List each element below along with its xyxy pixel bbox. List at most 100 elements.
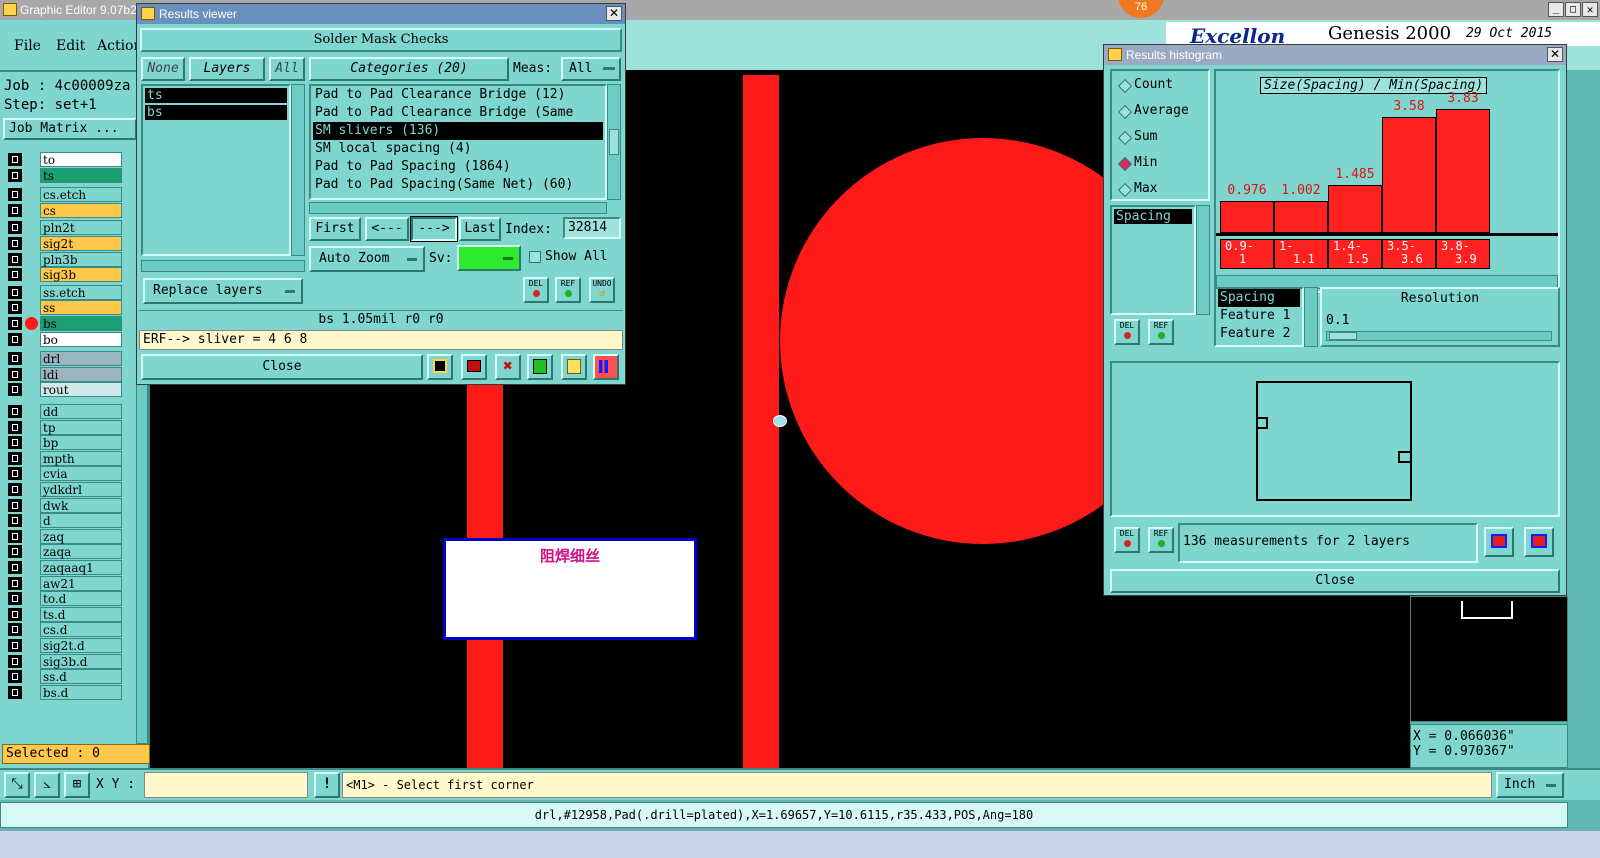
- layer-row-pln3b[interactable]: pln3b: [8, 251, 122, 267]
- layer-row-sig3b-d[interactable]: sig3b.d: [8, 653, 122, 669]
- layer-checkbox[interactable]: [8, 367, 22, 381]
- rv-layer-item[interactable]: ts: [145, 88, 287, 103]
- menu-file[interactable]: File: [14, 38, 41, 54]
- layer-row-zaqaaq1[interactable]: zaqaaq1: [8, 560, 122, 575]
- rv-layer-item[interactable]: bs: [145, 105, 287, 120]
- bin-label-cell[interactable]: 0.9- 1: [1220, 239, 1274, 269]
- layer-row-to[interactable]: to: [8, 152, 122, 167]
- layer-row-ldi[interactable]: ldi: [8, 366, 122, 382]
- rv-category-item[interactable]: SM slivers (136): [313, 122, 603, 140]
- attribute-vscroll[interactable]: [1196, 205, 1210, 315]
- index-input[interactable]: 32814: [563, 217, 621, 239]
- prev-button[interactable]: <---: [365, 217, 409, 241]
- layer-name[interactable]: cs: [40, 202, 122, 218]
- layer-checkbox[interactable]: [8, 352, 22, 366]
- layer-checkbox[interactable]: [8, 685, 22, 699]
- layer-name[interactable]: pln2t: [40, 220, 122, 236]
- feature-listbox[interactable]: Spacing Feature 1 Feature 2: [1214, 287, 1304, 347]
- grid-icon[interactable]: ⊞: [64, 772, 90, 798]
- layer-checkbox[interactable]: [8, 168, 22, 182]
- sv-color-dropdown[interactable]: [457, 245, 521, 271]
- all-layers-button[interactable]: All: [269, 57, 305, 81]
- layer-name[interactable]: rout: [40, 382, 122, 398]
- layer-row-tp[interactable]: tp: [8, 419, 122, 435]
- layer-name[interactable]: ydkdrl: [40, 482, 122, 497]
- layer-row-dd[interactable]: dd: [8, 404, 122, 419]
- layer-row-d[interactable]: d: [8, 513, 122, 529]
- histogram-bar[interactable]: [1382, 117, 1436, 233]
- cross-out-icon[interactable]: ✖: [495, 354, 521, 380]
- feature-item[interactable]: Feature 2: [1218, 325, 1300, 343]
- layer-checkbox[interactable]: [8, 607, 22, 621]
- resolution-slider[interactable]: [1326, 331, 1552, 341]
- maximize-icon[interactable]: □: [1565, 2, 1581, 17]
- layer-checkbox[interactable]: [8, 561, 22, 574]
- minimize-icon[interactable]: _: [1548, 2, 1564, 17]
- layer-name[interactable]: mpth: [40, 450, 122, 466]
- layer-row-ss-d[interactable]: ss.d: [8, 669, 122, 685]
- layer-row-sig3b[interactable]: sig3b: [8, 267, 122, 283]
- histogram-bar[interactable]: [1328, 184, 1382, 233]
- layer-row-drl[interactable]: drl: [8, 351, 122, 367]
- layer-checkbox[interactable]: [8, 451, 22, 465]
- layer-checkbox[interactable]: [8, 237, 22, 250]
- rv-category-item[interactable]: Pad to Pad Spacing(Same Net) (60): [313, 176, 603, 194]
- layer-checkbox[interactable]: [8, 317, 22, 330]
- layer-checkbox[interactable]: [8, 420, 22, 434]
- close-icon[interactable]: ✕: [606, 6, 622, 21]
- meas-dropdown[interactable]: All: [561, 57, 621, 81]
- layer-row-aw21[interactable]: aw21: [8, 575, 122, 591]
- feature-item[interactable]: Feature 1: [1218, 307, 1300, 325]
- reference-icon[interactable]: REF: [1148, 319, 1174, 345]
- histogram-titlebar[interactable]: Results histogram ✕: [1104, 45, 1566, 65]
- show-all-checkbox[interactable]: [529, 251, 541, 263]
- count-radio[interactable]: [1117, 78, 1133, 94]
- layer-checkbox[interactable]: [8, 545, 22, 559]
- layer-checkbox[interactable]: [8, 383, 22, 397]
- layers-button[interactable]: Layers: [189, 57, 265, 81]
- layer-name[interactable]: bs: [40, 316, 122, 331]
- xy-input[interactable]: [144, 772, 308, 798]
- rv-category-hscroll[interactable]: [309, 202, 607, 214]
- layer-checkbox[interactable]: [8, 483, 22, 496]
- layer-name[interactable]: cs.etch: [40, 187, 122, 203]
- sliver-marker[interactable]: [773, 415, 787, 427]
- layer-name[interactable]: pln3b: [40, 251, 122, 267]
- delete-icon[interactable]: DEL: [1114, 319, 1140, 345]
- record-icon[interactable]: [461, 354, 487, 380]
- layer-checkbox[interactable]: [8, 467, 22, 481]
- attribute-item[interactable]: Spacing: [1114, 209, 1192, 224]
- average-label[interactable]: Average: [1134, 103, 1189, 118]
- units-dropdown[interactable]: Inch: [1496, 772, 1564, 798]
- layer-name[interactable]: cs.d: [40, 622, 122, 638]
- layer-name[interactable]: bo: [40, 331, 122, 347]
- sum-radio[interactable]: [1117, 130, 1133, 146]
- next-button[interactable]: --->: [410, 216, 458, 242]
- warning-icon[interactable]: !: [314, 772, 340, 798]
- mini-map[interactable]: [1410, 596, 1568, 722]
- layer-checkbox[interactable]: [8, 153, 22, 166]
- layer-checkbox[interactable]: [8, 188, 22, 202]
- layer-name[interactable]: tp: [40, 419, 122, 435]
- rv-category-item[interactable]: Pad to Pad Clearance Bridge (Same: [313, 104, 603, 122]
- layer-checkbox[interactable]: [8, 498, 22, 512]
- layer-name[interactable]: bs.d: [40, 684, 122, 700]
- layer-checkbox[interactable]: [8, 252, 22, 266]
- layer-name[interactable]: drl: [40, 351, 122, 367]
- layer-checkbox[interactable]: [8, 592, 22, 606]
- layer-checkbox[interactable]: [8, 639, 22, 652]
- rv-layer-hscroll[interactable]: [141, 260, 305, 272]
- results-viewer-titlebar[interactable]: Results viewer ✕: [137, 4, 625, 24]
- histogram-bar[interactable]: [1274, 200, 1328, 233]
- layer-row-mpth[interactable]: mpth: [8, 450, 122, 466]
- report-icon[interactable]: [561, 354, 587, 380]
- scroll-thumb[interactable]: [609, 129, 619, 155]
- replace-layers-dropdown[interactable]: Replace layers: [143, 278, 303, 304]
- layer-row-ts-d[interactable]: ts.d: [8, 606, 122, 622]
- layer-name[interactable]: ss: [40, 300, 122, 316]
- last-button[interactable]: Last: [459, 217, 501, 241]
- min-label[interactable]: Min: [1134, 155, 1157, 170]
- layer-checkbox[interactable]: [8, 529, 22, 543]
- layer-checkbox[interactable]: [8, 514, 22, 528]
- layer-row-bs[interactable]: bs: [8, 316, 122, 331]
